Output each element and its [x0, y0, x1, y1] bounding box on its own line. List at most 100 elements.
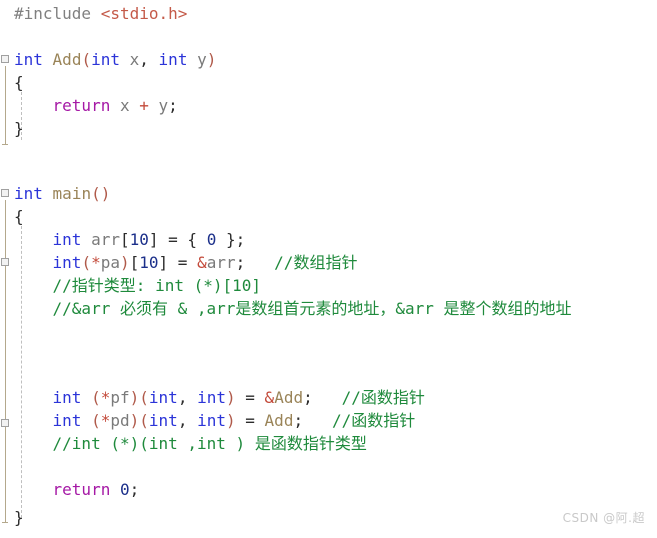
token: int	[158, 50, 188, 69]
line-blank-5[interactable]	[14, 343, 24, 366]
token: <stdio.h>	[100, 4, 188, 23]
line-main-return[interactable]: return 0;	[14, 478, 140, 501]
fold-bar-0	[5, 66, 6, 144]
line-pf-decl[interactable]: int (*pf)(int, int) = &Add; //函数指针	[14, 386, 425, 409]
token: int	[197, 388, 226, 407]
token: int	[52, 230, 82, 249]
token: {	[14, 207, 24, 226]
line-blank-2[interactable]	[14, 140, 24, 163]
token: return	[52, 480, 111, 499]
token: ]	[158, 253, 169, 272]
token: = {	[158, 230, 207, 249]
token: (	[91, 388, 101, 407]
token: *	[100, 411, 111, 430]
token: int	[52, 388, 82, 407]
fold-toggle-0[interactable]	[1, 55, 9, 63]
token: int	[148, 411, 178, 430]
line-include[interactable]: #include <stdio.h>	[14, 2, 187, 25]
token: Add	[274, 388, 304, 407]
line-comment-arr-address[interactable]: //&arr 必须有 & ,arr是数组首元素的地址，&arr 是整个数组的地址	[14, 297, 572, 320]
token: return	[52, 96, 111, 115]
line-pa-decl[interactable]: int(*pa)[10] = &arr; //数组指针	[14, 251, 358, 274]
token: int	[148, 388, 178, 407]
line-comment-pointer-type[interactable]: //指针类型: int (*)[10]	[14, 274, 262, 297]
token: {	[14, 73, 24, 92]
code-editor[interactable]: #include <stdio.h> int Add(int x, int y)…	[0, 0, 657, 538]
token: ;	[168, 96, 178, 115]
token: int	[14, 50, 43, 69]
token: arr	[91, 230, 120, 249]
token: )	[206, 50, 217, 69]
line-add-close-brace[interactable]: }	[14, 117, 24, 140]
line-main-open-brace[interactable]: {	[14, 205, 24, 228]
line-main-signature[interactable]: int main()	[14, 182, 110, 205]
token: [	[119, 230, 130, 249]
line-blank-7[interactable]	[14, 455, 24, 478]
token: int	[52, 253, 82, 272]
line-comment-fn-pointer-type[interactable]: //int (*)(int ,int ) 是函数指针类型	[14, 432, 367, 455]
token: (	[139, 388, 149, 407]
token: )	[119, 253, 130, 272]
fold-toggle-1[interactable]	[1, 189, 9, 197]
fold-toggle-3[interactable]	[1, 419, 9, 427]
token: arr	[206, 253, 236, 272]
token: ,	[177, 388, 188, 407]
token: *	[100, 388, 111, 407]
token: =	[168, 253, 198, 272]
fold-bar-1	[5, 200, 6, 522]
token: x	[120, 50, 140, 69]
token: &	[197, 253, 207, 272]
token: }	[14, 508, 24, 527]
token: (	[81, 50, 92, 69]
token: pd	[110, 411, 130, 430]
line-add-signature[interactable]: int Add(int x, int y)	[14, 48, 216, 71]
line-add-open-brace[interactable]: {	[14, 71, 24, 94]
token: )	[129, 411, 140, 430]
token: //&arr 必须有 & ,arr是数组首元素的地址，&arr 是整个数组的地址	[52, 299, 572, 318]
line-main-close-brace[interactable]: }	[14, 506, 24, 529]
token: ;	[293, 411, 304, 430]
line-pd-decl[interactable]: int (*pd)(int, int) = Add; //函数指针	[14, 409, 416, 432]
token: (	[91, 411, 101, 430]
line-add-return[interactable]: return x + y;	[14, 94, 178, 117]
token: )	[129, 388, 140, 407]
token: ,	[177, 411, 188, 430]
fold-gutter[interactable]	[0, 0, 13, 538]
token: pa	[100, 253, 120, 272]
csdn-watermark: CSDN @阿.超	[562, 511, 645, 525]
token: 0	[206, 230, 217, 249]
token: =	[235, 411, 265, 430]
line-arr-decl[interactable]: int arr[10] = { 0 };	[14, 228, 246, 251]
token: +	[139, 96, 149, 115]
token: (	[81, 253, 92, 272]
fold-end-tick-0	[2, 144, 8, 145]
token: int	[14, 184, 43, 203]
token: Add	[52, 50, 82, 69]
token: x	[119, 96, 130, 115]
token: //指针类型: int (*)[10]	[52, 276, 262, 295]
token: #include	[14, 4, 101, 23]
fold-toggle-2[interactable]	[1, 258, 9, 266]
token: 10	[129, 230, 149, 249]
line-blank-4[interactable]	[14, 320, 24, 343]
line-blank-1[interactable]	[14, 25, 24, 48]
token: //数组指针	[274, 253, 358, 272]
